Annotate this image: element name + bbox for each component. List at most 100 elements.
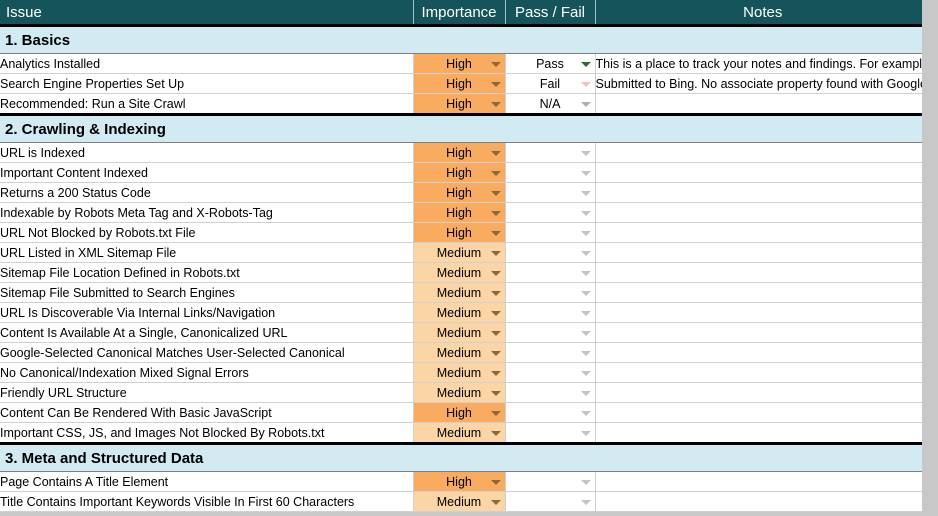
cell-pass-fail[interactable]: N/A — [505, 94, 595, 115]
cell-notes[interactable] — [595, 163, 930, 183]
chevron-down-icon[interactable] — [581, 291, 591, 296]
cell-issue[interactable]: URL Is Discoverable Via Internal Links/N… — [0, 303, 413, 323]
cell-importance[interactable]: Medium — [413, 263, 505, 283]
cell-pass-fail[interactable] — [505, 472, 595, 492]
chevron-down-icon[interactable] — [581, 371, 591, 376]
chevron-down-icon[interactable] — [491, 191, 501, 196]
cell-importance[interactable]: High — [413, 472, 505, 492]
cell-pass-fail[interactable] — [505, 283, 595, 303]
cell-importance[interactable]: High — [413, 183, 505, 203]
cell-pass-fail[interactable] — [505, 403, 595, 423]
cell-issue[interactable]: Indexable by Robots Meta Tag and X-Robot… — [0, 203, 413, 223]
chevron-down-icon[interactable] — [581, 82, 591, 87]
chevron-down-icon[interactable] — [581, 62, 591, 67]
cell-pass-fail[interactable] — [505, 323, 595, 343]
cell-pass-fail[interactable] — [505, 363, 595, 383]
cell-notes[interactable] — [595, 363, 930, 383]
cell-issue[interactable]: Returns a 200 Status Code — [0, 183, 413, 203]
cell-notes[interactable] — [595, 94, 930, 115]
cell-notes[interactable] — [595, 223, 930, 243]
chevron-down-icon[interactable] — [491, 271, 501, 276]
cell-notes[interactable] — [595, 423, 930, 444]
cell-notes[interactable]: This is a place to track your notes and … — [595, 54, 930, 74]
cell-importance[interactable]: Medium — [413, 343, 505, 363]
chevron-down-icon[interactable] — [491, 311, 501, 316]
cell-notes[interactable] — [595, 303, 930, 323]
cell-notes[interactable] — [595, 403, 930, 423]
chevron-down-icon[interactable] — [581, 500, 591, 505]
chevron-down-icon[interactable] — [581, 391, 591, 396]
cell-importance[interactable]: High — [413, 223, 505, 243]
chevron-down-icon[interactable] — [581, 411, 591, 416]
cell-pass-fail[interactable]: Pass — [505, 54, 595, 74]
chevron-down-icon[interactable] — [581, 171, 591, 176]
cell-notes[interactable] — [595, 283, 930, 303]
cell-pass-fail[interactable] — [505, 423, 595, 444]
chevron-down-icon[interactable] — [491, 500, 501, 505]
cell-issue[interactable]: URL is Indexed — [0, 143, 413, 163]
chevron-down-icon[interactable] — [581, 191, 591, 196]
chevron-down-icon[interactable] — [581, 331, 591, 336]
cell-issue[interactable]: Important Content Indexed — [0, 163, 413, 183]
chevron-down-icon[interactable] — [581, 251, 591, 256]
cell-issue[interactable]: Important CSS, JS, and Images Not Blocke… — [0, 423, 413, 444]
cell-pass-fail[interactable] — [505, 223, 595, 243]
cell-importance[interactable]: Medium — [413, 492, 505, 512]
chevron-down-icon[interactable] — [581, 351, 591, 356]
cell-issue[interactable]: Content Can Be Rendered With Basic JavaS… — [0, 403, 413, 423]
cell-issue[interactable]: Sitemap File Submitted to Search Engines — [0, 283, 413, 303]
cell-notes[interactable]: Submitted to Bing. No associate property… — [595, 74, 930, 94]
cell-importance[interactable]: High — [413, 74, 505, 94]
cell-issue[interactable]: Search Engine Properties Set Up — [0, 74, 413, 94]
cell-issue[interactable]: Friendly URL Structure — [0, 383, 413, 403]
cell-pass-fail[interactable] — [505, 303, 595, 323]
cell-importance[interactable]: High — [413, 163, 505, 183]
chevron-down-icon[interactable] — [491, 351, 501, 356]
cell-issue[interactable]: URL Listed in XML Sitemap File — [0, 243, 413, 263]
cell-notes[interactable] — [595, 263, 930, 283]
cell-pass-fail[interactable] — [505, 203, 595, 223]
cell-issue[interactable]: Recommended: Run a Site Crawl — [0, 94, 413, 115]
chevron-down-icon[interactable] — [491, 151, 501, 156]
cell-importance[interactable]: High — [413, 143, 505, 163]
cell-importance[interactable]: Medium — [413, 423, 505, 444]
cell-pass-fail[interactable] — [505, 343, 595, 363]
cell-importance[interactable]: High — [413, 94, 505, 115]
chevron-down-icon[interactable] — [491, 431, 501, 436]
cell-importance[interactable]: High — [413, 54, 505, 74]
chevron-down-icon[interactable] — [581, 231, 591, 236]
cell-notes[interactable] — [595, 243, 930, 263]
cell-importance[interactable]: High — [413, 203, 505, 223]
cell-importance[interactable]: High — [413, 403, 505, 423]
cell-notes[interactable] — [595, 143, 930, 163]
chevron-down-icon[interactable] — [581, 271, 591, 276]
chevron-down-icon[interactable] — [491, 291, 501, 296]
cell-issue[interactable]: Content Is Available At a Single, Canoni… — [0, 323, 413, 343]
cell-importance[interactable]: Medium — [413, 243, 505, 263]
cell-pass-fail[interactable] — [505, 383, 595, 403]
chevron-down-icon[interactable] — [491, 231, 501, 236]
cell-issue[interactable]: Page Contains A Title Element — [0, 472, 413, 492]
chevron-down-icon[interactable] — [581, 431, 591, 436]
cell-importance[interactable]: Medium — [413, 323, 505, 343]
chevron-down-icon[interactable] — [491, 480, 501, 485]
cell-notes[interactable] — [595, 343, 930, 363]
cell-notes[interactable] — [595, 383, 930, 403]
chevron-down-icon[interactable] — [491, 82, 501, 87]
cell-pass-fail[interactable] — [505, 492, 595, 512]
chevron-down-icon[interactable] — [581, 102, 591, 107]
chevron-down-icon[interactable] — [491, 411, 501, 416]
cell-importance[interactable]: Medium — [413, 283, 505, 303]
cell-pass-fail[interactable] — [505, 263, 595, 283]
cell-importance[interactable]: Medium — [413, 363, 505, 383]
cell-issue[interactable]: No Canonical/Indexation Mixed Signal Err… — [0, 363, 413, 383]
cell-issue[interactable]: Title Contains Important Keywords Visibl… — [0, 492, 413, 512]
chevron-down-icon[interactable] — [581, 151, 591, 156]
cell-notes[interactable] — [595, 472, 930, 492]
cell-pass-fail[interactable] — [505, 183, 595, 203]
cell-pass-fail[interactable] — [505, 243, 595, 263]
cell-importance[interactable]: Medium — [413, 383, 505, 403]
chevron-down-icon[interactable] — [581, 480, 591, 485]
chevron-down-icon[interactable] — [491, 171, 501, 176]
cell-notes[interactable] — [595, 203, 930, 223]
